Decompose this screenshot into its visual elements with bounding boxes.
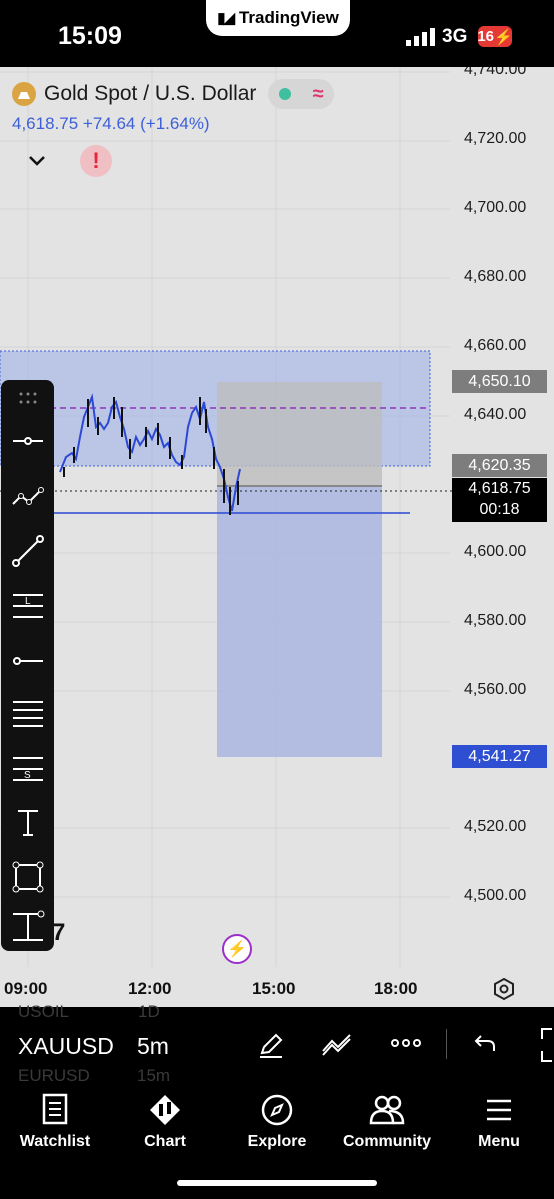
indicators-icon[interactable] [320,1029,354,1059]
wave-icon: ≈ [312,82,324,105]
battery-icon: 16 ⚡ [477,26,513,47]
compass-icon [261,1094,293,1126]
nav-community[interactable]: Community [332,1093,442,1151]
symbol-header[interactable]: Gold Spot / U.S. Dollar ≈ [12,79,335,109]
lightning-icon[interactable]: ⚡ [222,934,252,964]
ghost-ticker-above: USOIL [18,1002,70,1021]
svg-text:L: L [25,596,31,607]
price-tick: 4,700.00 [464,199,527,216]
community-icon [369,1095,405,1125]
menu-icon [487,1099,511,1121]
nav-watchlist-label: Watchlist [19,1133,91,1150]
target-level-tag: 4,541.27 [452,745,547,768]
polyline-icon[interactable] [9,478,47,516]
nav-explore[interactable]: Explore [222,1093,332,1151]
fullscreen-icon[interactable] [536,1027,554,1063]
text-tool-icon[interactable] [9,804,47,842]
price-tick: 4,580.00 [464,612,527,629]
clock: 15:09 [58,22,122,50]
stop-zone[interactable] [217,382,382,486]
short-position-icon[interactable]: S [9,750,47,788]
mid-level-tag: 4,620.35 [452,454,547,477]
price-tick: 4,520.00 [464,818,527,835]
alert-icon[interactable]: ! [80,145,112,177]
quote-change-pct: (+1.64%) [140,114,210,133]
bar-countdown: 00:18 [479,501,520,518]
nav-explore-label: Explore [247,1133,307,1150]
symbol-toolbar: USOIL 1D XAUUSD 5m EURUSD 15m [0,1002,554,1085]
upper-level-tag: 4,650.10 [452,370,547,393]
long-position-icon[interactable]: L [9,587,47,625]
symbol-ticker-button[interactable]: XAUUSD [18,1033,114,1060]
watchlist-icon [42,1093,68,1125]
tradingview-logo-icon: ▮◢ [217,10,235,27]
time-tick: 15:00 [252,979,296,998]
price-tick: 4,720.00 [464,130,527,147]
target-zone[interactable] [217,486,382,757]
undo-icon[interactable] [472,1031,498,1057]
quote-change: +74.64 [82,114,136,133]
horizontal-line-icon[interactable] [9,642,47,680]
chart-settings-icon[interactable] [492,977,516,1001]
svg-text:S: S [24,770,31,781]
price-quote: 4,618.75 +74.64 (+1.64%) [12,114,210,134]
nav-chart[interactable]: Chart [110,1093,220,1151]
market-open-dot-icon [279,88,292,100]
rectangle-tool-icon[interactable] [9,858,47,896]
battery-level: 16 [477,28,494,45]
last-price-tag: 4,618.75 00:18 [452,478,547,522]
drag-handle-icon[interactable] [9,388,47,410]
nav-chart-label: Chart [144,1133,186,1150]
more-options-icon[interactable] [390,1035,422,1051]
time-tick: 18:00 [374,979,418,998]
status-bar: 15:09 ▮◢ TradingView 3G 16 ⚡ [0,0,554,67]
drawing-toolbar: L S [1,380,54,951]
network-type: 3G [442,26,468,47]
trend-line-icon[interactable] [9,532,47,570]
price-tick: 4,560.00 [464,681,527,698]
partial-glyph: 7 [52,919,66,946]
toolbar-divider [446,1029,447,1059]
drawing-pen-icon[interactable] [256,1029,286,1059]
time-tick: 09:00 [4,979,48,998]
nav-menu-label: Menu [478,1133,520,1150]
time-tick: 12:00 [128,979,172,998]
horizontal-ray-icon[interactable] [9,422,47,460]
interval-button[interactable]: 5m [137,1033,169,1060]
home-indicator [177,1180,377,1186]
ghost-interval-above: 1D [138,1002,160,1021]
nav-menu[interactable]: Menu [444,1093,554,1151]
price-tick: 4,740.00 [464,67,527,78]
price-tick: 4,640.00 [464,406,527,423]
price-tick: 4,600.00 [464,543,527,560]
price-tick: 4,680.00 [464,268,527,285]
measure-tool-icon[interactable] [9,908,47,946]
tradingview-badge-label: TradingView [238,8,339,27]
quote-price: 4,618.75 [12,114,79,133]
market-status-pill[interactable]: ≈ [268,79,335,109]
symbol-name[interactable]: Gold Spot / U.S. Dollar [44,82,256,106]
parallel-channel-icon[interactable] [9,696,47,734]
chevron-down-icon[interactable] [26,149,48,171]
tradingview-badge: ▮◢ TradingView [206,0,350,36]
cellular-signal-icon [406,28,435,46]
nav-watchlist[interactable]: Watchlist [0,1093,110,1151]
nav-community-label: Community [343,1133,431,1150]
last-price-value: 4,618.75 [468,480,531,497]
chart-nav-icon [150,1095,180,1125]
price-tick: 4,500.00 [464,887,527,904]
chart-canvas[interactable]: 4,740.00 4,720.00 4,700.00 4,680.00 4,66… [0,67,554,1007]
gold-coin-icon [12,82,36,106]
price-tick: 4,660.00 [464,337,527,354]
